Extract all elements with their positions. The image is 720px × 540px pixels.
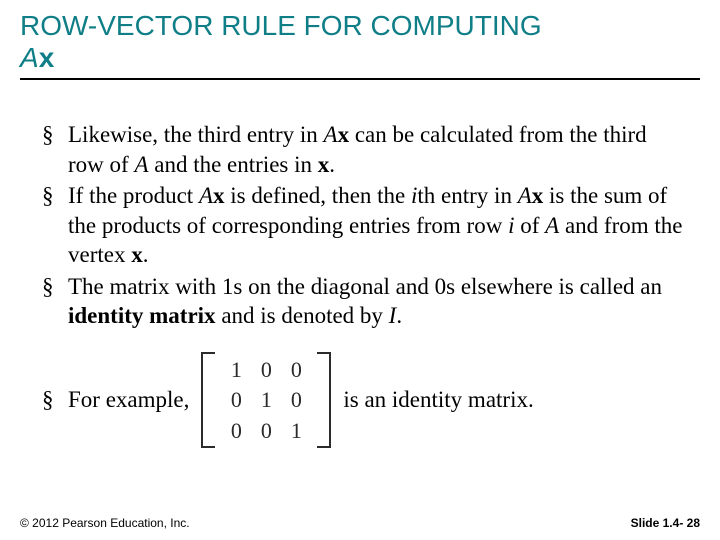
- matrix-cell: 1: [231, 357, 242, 383]
- text: The matrix with 1s on the diagonal and 0…: [68, 274, 662, 299]
- text: and is denoted by: [216, 303, 389, 328]
- example-lead: For example,: [42, 387, 189, 413]
- math-A: A: [199, 183, 213, 208]
- bullet-item: If the product Ax is defined, then the i…: [42, 181, 684, 269]
- matrix-cell: 0: [261, 418, 272, 444]
- math-A: A: [134, 152, 148, 177]
- math-A: A: [324, 122, 338, 147]
- slide-body: Likewise, the third entry in Ax can be c…: [0, 86, 720, 448]
- math-x: x: [318, 152, 330, 177]
- identity-matrix: 1 0 0 0 1 0 0 0 1: [201, 352, 331, 448]
- slide-title: ROW-VECTOR RULE FOR COMPUTING Ax: [20, 10, 700, 74]
- text: Likewise, the third entry in: [68, 122, 324, 147]
- bullet-item: Likewise, the third entry in Ax can be c…: [42, 120, 684, 179]
- slide-footer: © 2012 Pearson Education, Inc. Slide 1.4…: [20, 516, 700, 530]
- bullet-item: The matrix with 1s on the diagonal and 0…: [42, 272, 684, 331]
- text: .: [329, 152, 335, 177]
- example-row: For example, 1 0 0 0 1 0 0 0 1 is an ide…: [42, 352, 684, 448]
- slide-number: Slide 1.4- 28: [631, 516, 700, 530]
- matrix-cell: 0: [261, 357, 272, 383]
- title-line-1: ROW-VECTOR RULE FOR COMPUTING: [20, 10, 542, 41]
- math-A: A: [545, 213, 559, 238]
- copyright-text: © 2012 Pearson Education, Inc.: [20, 516, 190, 530]
- text: .: [143, 242, 149, 267]
- slide-header: ROW-VECTOR RULE FOR COMPUTING Ax: [0, 0, 720, 86]
- matrix-cell: 0: [231, 418, 242, 444]
- matrix-cell: 0: [231, 387, 242, 413]
- title-x: x: [39, 42, 55, 73]
- text: is defined, then the: [225, 183, 412, 208]
- text: th entry in: [417, 183, 517, 208]
- title-A: A: [20, 42, 39, 73]
- math-x: x: [213, 183, 225, 208]
- matrix-cell: 0: [291, 387, 302, 413]
- matrix-grid: 1 0 0 0 1 0 0 0 1: [215, 352, 317, 448]
- math-x: x: [338, 122, 350, 147]
- bracket-right-icon: [317, 352, 331, 448]
- bullet-list: Likewise, the third entry in Ax can be c…: [42, 120, 684, 330]
- example-tail: is an identity matrix.: [343, 387, 533, 413]
- text: .: [396, 303, 402, 328]
- matrix-cell: 1: [291, 418, 302, 444]
- bracket-left-icon: [201, 352, 215, 448]
- math-x: x: [532, 183, 544, 208]
- text: of: [514, 213, 545, 238]
- term-identity-matrix: identity matrix: [68, 303, 216, 328]
- matrix-cell: 0: [291, 357, 302, 383]
- title-underline: [20, 78, 700, 80]
- math-x: x: [131, 242, 143, 267]
- matrix-cell: 1: [261, 387, 272, 413]
- math-A: A: [518, 183, 532, 208]
- text: If the product: [68, 183, 199, 208]
- text: and the entries in: [149, 152, 318, 177]
